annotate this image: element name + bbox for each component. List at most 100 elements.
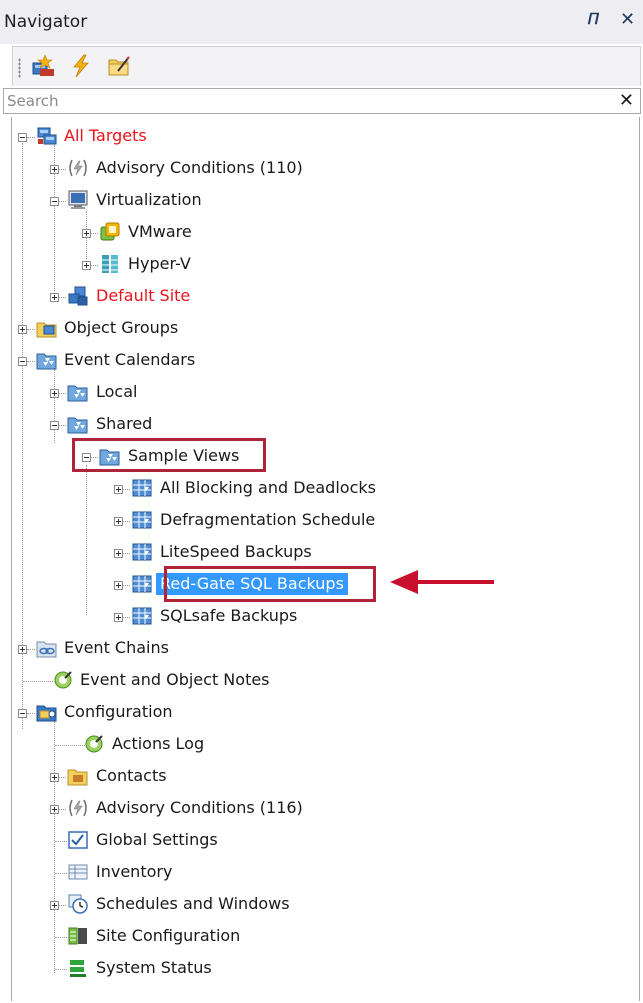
annotation-arrow-icon — [390, 570, 494, 594]
tree-node-advisory-conditions-116[interactable]: Advisory Conditions (116) — [12, 792, 632, 824]
configuration-icon — [36, 705, 57, 722]
tree-node-hyper-v[interactable]: Hyper-V — [12, 248, 632, 280]
tree-node-event-and-object-notes[interactable]: Event and Object Notes — [12, 664, 632, 696]
clear-search-icon[interactable]: ✕ — [619, 90, 634, 111]
tree-node-schedules-and-windows[interactable]: Schedules and Windows — [12, 888, 632, 920]
vmware-icon — [100, 222, 120, 241]
tree-node-configuration[interactable]: Configuration — [12, 696, 632, 728]
tree-node-label: LiteSpeed Backups — [160, 542, 312, 561]
tree-node-label: Virtualization — [96, 190, 202, 209]
expand-toggle[interactable] — [114, 613, 123, 622]
collapse-toggle[interactable] — [18, 357, 27, 366]
expand-toggle[interactable] — [114, 549, 123, 558]
expand-toggle[interactable] — [50, 901, 59, 910]
tree-node-label: Global Settings — [96, 830, 218, 849]
tree-branch-line — [59, 201, 66, 202]
calendar-folder-icon — [67, 417, 88, 434]
tree-node-all-blocking-and-deadlocks[interactable]: All Blocking and Deadlocks — [12, 472, 632, 504]
tree-node-system-status[interactable]: System Status — [12, 952, 632, 984]
object-groups-icon — [36, 322, 57, 338]
pin-icon[interactable]: 𝛱 — [588, 10, 599, 28]
navigator-toolbar — [12, 46, 641, 86]
tree-node-global-settings[interactable]: Global Settings — [12, 824, 632, 856]
system-status-icon — [70, 960, 86, 977]
tree-node-sqlsafe-backups[interactable]: SQLsafe Backups — [12, 600, 632, 632]
calendar-view-icon — [132, 543, 152, 561]
tree-node-vmware[interactable]: VMware — [12, 216, 632, 248]
expand-toggle[interactable] — [114, 581, 123, 590]
tree-branch-line — [27, 329, 35, 330]
tree-node-virtualization[interactable]: Virtualization — [12, 184, 632, 216]
collapse-toggle[interactable] — [50, 197, 59, 206]
folder-edit-icon[interactable] — [107, 54, 131, 78]
tree-node-local[interactable]: Local — [12, 376, 632, 408]
tree-node-defragmentation-schedule[interactable]: Defragmentation Schedule — [12, 504, 632, 536]
tree-branch-line — [59, 297, 66, 298]
tree-node-contacts[interactable]: Contacts — [12, 760, 632, 792]
close-icon[interactable]: ✕ — [620, 9, 635, 30]
calendar-view-icon — [132, 575, 152, 593]
tree-branch-line — [55, 937, 67, 938]
expand-toggle[interactable] — [18, 325, 27, 334]
site-icon — [68, 286, 88, 306]
lightning-icon[interactable] — [69, 54, 93, 78]
highlight-box-sample-views — [72, 438, 266, 472]
collapse-toggle[interactable] — [50, 421, 59, 430]
tree-branch-line — [59, 905, 66, 906]
expand-toggle[interactable] — [114, 485, 123, 494]
tree-node-shared[interactable]: Shared — [12, 408, 632, 440]
tree-node-inventory[interactable]: Inventory — [12, 856, 632, 888]
notes-icon — [85, 735, 103, 753]
calendar-view-icon — [132, 511, 152, 529]
expand-toggle[interactable] — [114, 517, 123, 526]
tree-branch-line — [55, 745, 85, 746]
collapse-toggle[interactable] — [18, 133, 27, 142]
tree-node-litespeed-backups[interactable]: LiteSpeed Backups — [12, 536, 632, 568]
toolbar-grip[interactable] — [18, 58, 21, 78]
search-input[interactable] — [5, 90, 609, 112]
expand-toggle[interactable] — [50, 805, 59, 814]
collapse-toggle[interactable] — [18, 709, 27, 718]
tree-node-actions-log[interactable]: Actions Log — [12, 728, 632, 760]
tree-node-label: VMware — [128, 222, 192, 241]
tree-node-event-calendars[interactable]: Event Calendars — [12, 344, 632, 376]
expand-toggle[interactable] — [50, 773, 59, 782]
tree-node-object-groups[interactable]: Object Groups — [12, 312, 632, 344]
navigator-titlebar: Navigator 𝛱 ✕ — [0, 0, 643, 44]
event-chains-icon — [36, 641, 57, 658]
schedule-icon — [68, 894, 88, 914]
tree-node-label: Actions Log — [112, 734, 205, 753]
tree-node-site-configuration[interactable]: Site Configuration — [12, 920, 632, 952]
tree-branch-line — [55, 873, 67, 874]
expand-toggle[interactable] — [50, 293, 59, 302]
tree-branch-line — [27, 361, 35, 362]
tree-node-label: Site Configuration — [96, 926, 241, 945]
expand-toggle[interactable] — [82, 261, 91, 270]
highlight-box-selected-item — [164, 566, 376, 602]
tree-branch-line — [123, 553, 130, 554]
tree-node-label: All Targets — [64, 126, 147, 145]
tree-node-label: Defragmentation Schedule — [160, 510, 376, 529]
tree-branch-line — [91, 233, 98, 234]
tree-branch-line — [123, 521, 130, 522]
tree-node-label: Configuration — [64, 702, 173, 721]
inventory-icon — [68, 864, 88, 880]
new-target-icon[interactable] — [31, 54, 55, 78]
tree-node-event-chains[interactable]: Event Chains — [12, 632, 632, 664]
tree-node-all-targets[interactable]: All Targets — [12, 120, 632, 152]
panel-title: Navigator — [4, 12, 88, 32]
contacts-icon — [67, 769, 88, 786]
notes-icon — [54, 671, 72, 689]
tree-node-default-site[interactable]: Default Site — [12, 280, 632, 312]
expand-toggle[interactable] — [50, 389, 59, 398]
expand-toggle[interactable] — [82, 229, 91, 238]
search-box: ✕ — [3, 88, 641, 114]
tree-node-advisory-conditions-110[interactable]: Advisory Conditions (110) — [12, 152, 632, 184]
tree-branch-line — [55, 969, 67, 970]
tree-node-label: Advisory Conditions (116) — [96, 798, 303, 817]
tree-branch-line — [123, 489, 130, 490]
expand-toggle[interactable] — [50, 165, 59, 174]
tree-branch-line — [55, 841, 67, 842]
expand-toggle[interactable] — [18, 645, 27, 654]
calendar-view-icon — [132, 607, 152, 625]
